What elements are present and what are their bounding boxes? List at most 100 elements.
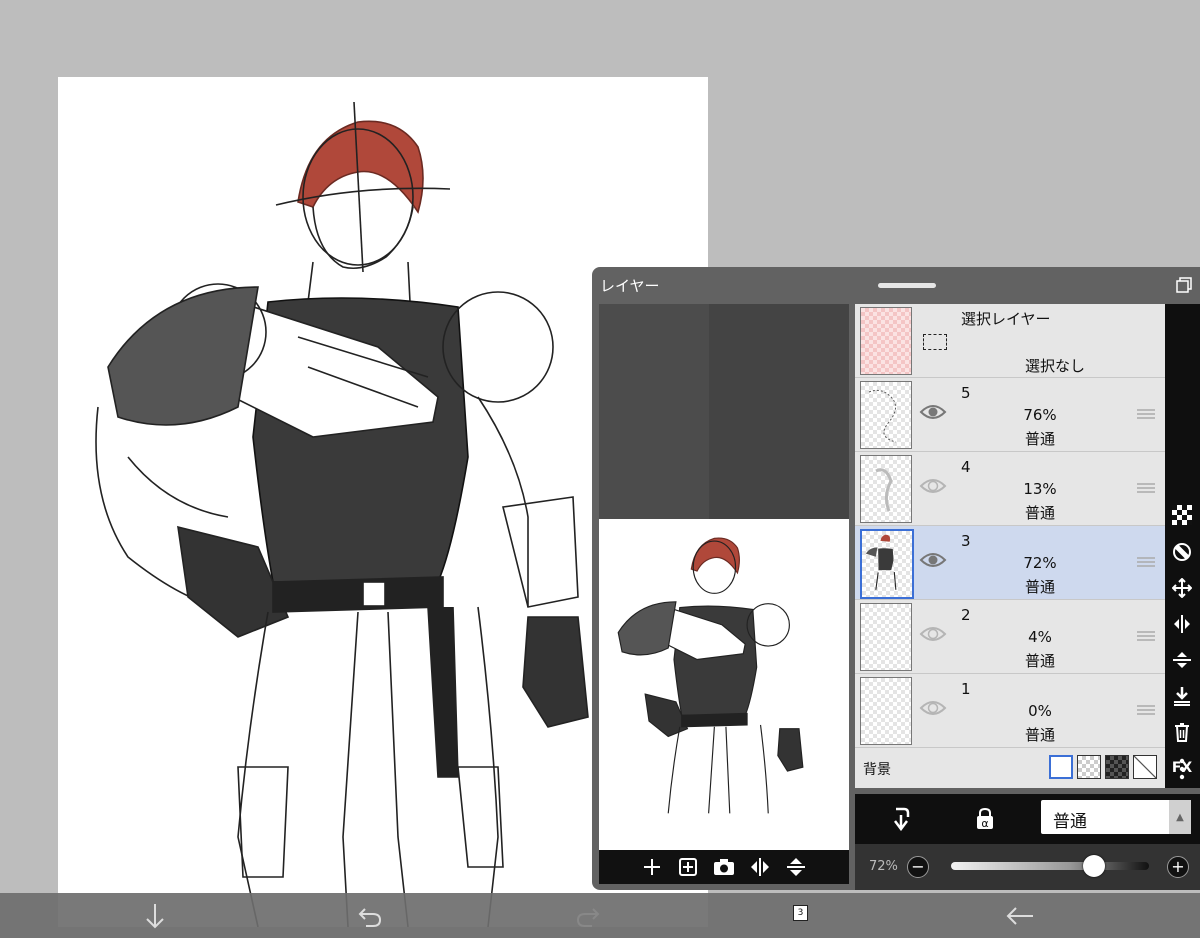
bg-transparent-light-swatch[interactable] [1077,755,1101,779]
download-arrow-button[interactable] [125,893,185,938]
layer-number: 1 [961,680,971,698]
preview-toolbar [599,850,849,884]
layer-number: 3 [961,532,971,550]
undo-icon [358,907,382,927]
selection-layer-thumbnail [860,307,912,375]
layer-blend-mode: 普通 [1024,430,1055,448]
selection-layer-status: 選択なし [1024,357,1085,375]
flip-horizontal-button[interactable] [747,854,773,880]
adjust-button[interactable] [1171,541,1193,563]
eye-icon[interactable] [919,624,947,644]
triangle-up-icon: ▲ [1169,800,1191,834]
bg-none-swatch[interactable] [1133,755,1157,779]
flip-vertical-icon [1173,652,1191,668]
eye-icon[interactable] [919,550,947,570]
canvas-preview[interactable] [599,304,849,850]
blend-mode-value: 普通 [1053,812,1087,832]
layer-opacity: 76% [1023,406,1057,424]
arrow-left-icon [1006,906,1033,925]
layer-tools-rail: FX [1165,304,1200,788]
more-vertical-icon [1179,758,1185,780]
drag-handle-icon[interactable] [1137,556,1155,568]
undo-button[interactable] [340,893,400,938]
layer-list: 選択レイヤー 選択なし 5 76% 普通 4 13% 普通 3 72% 普通 2… [855,304,1165,788]
clipping-arrow-icon [894,807,910,832]
camera-button[interactable] [711,854,737,880]
plus-icon [644,859,660,875]
bg-transparent-dark-swatch[interactable] [1105,755,1129,779]
svg-text:α: α [981,817,988,830]
eye-icon[interactable] [919,476,947,496]
arrow-down-icon [146,903,164,928]
drag-handle-icon[interactable] [1137,482,1155,494]
merge-down-button[interactable] [1171,685,1193,707]
layer-thumbnail [860,455,912,523]
panel-drag-handle[interactable] [878,283,936,288]
add-layer-button[interactable] [639,854,665,880]
layer-blend-mode: 普通 [1024,504,1055,522]
redo-icon [576,907,600,927]
eye-icon[interactable] [919,698,947,718]
redo-button[interactable] [558,893,618,938]
layer-opacity: 0% [1028,702,1052,720]
flip-vertical-icon [787,858,805,876]
drag-handle-icon[interactable] [1137,704,1155,716]
layer-blend-mode: 普通 [1024,652,1055,670]
more-options-button[interactable] [1171,758,1193,780]
panel-title: レイヤー [600,277,660,295]
flip-vertical-button[interactable] [783,854,809,880]
layer-opacity: 13% [1023,480,1057,498]
transparency-lock-button[interactable] [1171,504,1193,526]
layer-opacity: 72% [1023,554,1057,572]
layer-row-5[interactable]: 5 76% 普通 [855,378,1165,452]
preview-background [599,304,849,519]
add-layer-copy-button[interactable] [675,854,701,880]
alpha-lock-button[interactable]: α [975,807,995,835]
blend-toolbar: α 普通 ▲ [855,794,1200,844]
move-icon [1172,578,1192,598]
opacity-slider-knob[interactable] [1082,855,1105,877]
trash-icon [1175,723,1189,742]
bg-white-swatch[interactable] [1049,755,1073,779]
opacity-label: 72% [869,859,898,874]
background-row: 背景 [855,748,1165,788]
layer-row-1[interactable]: 1 0% 普通 [855,674,1165,748]
layer-number: 5 [961,384,971,402]
move-button[interactable] [1171,577,1193,599]
layer-panel: レイヤー 選択レイヤー 選択なし 5 76% 普通 4 13% 普通 3 72%… [592,267,1200,890]
layer-thumbnail [860,381,912,449]
alpha-lock-icon: α [977,807,993,830]
expand-panel-icon[interactable] [1176,277,1192,293]
background-label: 背景 [863,762,891,778]
layer-row-4[interactable]: 4 13% 普通 [855,452,1165,526]
selection-layer-row[interactable]: 選択レイヤー 選択なし [855,304,1165,378]
layers-count-button[interactable]: 3 [775,893,835,938]
layer-thumbnail [860,529,914,599]
layer-blend-mode: 普通 [1024,726,1055,744]
opacity-increase-button[interactable]: + [1167,856,1189,878]
layer-row-3[interactable]: 3 72% 普通 [855,526,1165,600]
bottom-toolbar: 3 [0,893,1200,938]
flip-v-button[interactable] [1171,649,1193,671]
drag-handle-icon[interactable] [1137,408,1155,420]
merge-down-icon [1174,687,1190,706]
flip-h-button[interactable] [1171,613,1193,635]
back-button[interactable] [990,893,1050,938]
layer-opacity: 4% [1028,628,1052,646]
clipping-button[interactable] [890,807,912,835]
layer-count-badge: 3 [793,905,808,921]
preview-thumbnail [599,519,849,850]
blend-mode-select[interactable]: 普通 ▲ [1041,800,1191,834]
selection-layer-name: 選択レイヤー [961,310,1051,328]
opacity-control: 72% − + [855,844,1200,890]
delete-layer-button[interactable] [1171,721,1193,743]
eye-icon[interactable] [919,402,947,422]
flip-horizontal-icon [1174,615,1190,633]
opacity-slider[interactable] [951,862,1149,870]
opacity-decrease-button[interactable]: − [907,856,929,878]
contrast-icon [1173,543,1191,561]
layer-row-2[interactable]: 2 4% 普通 [855,600,1165,674]
layer-thumbnail [860,603,912,671]
layer-number: 4 [961,458,971,476]
drag-handle-icon[interactable] [1137,630,1155,642]
